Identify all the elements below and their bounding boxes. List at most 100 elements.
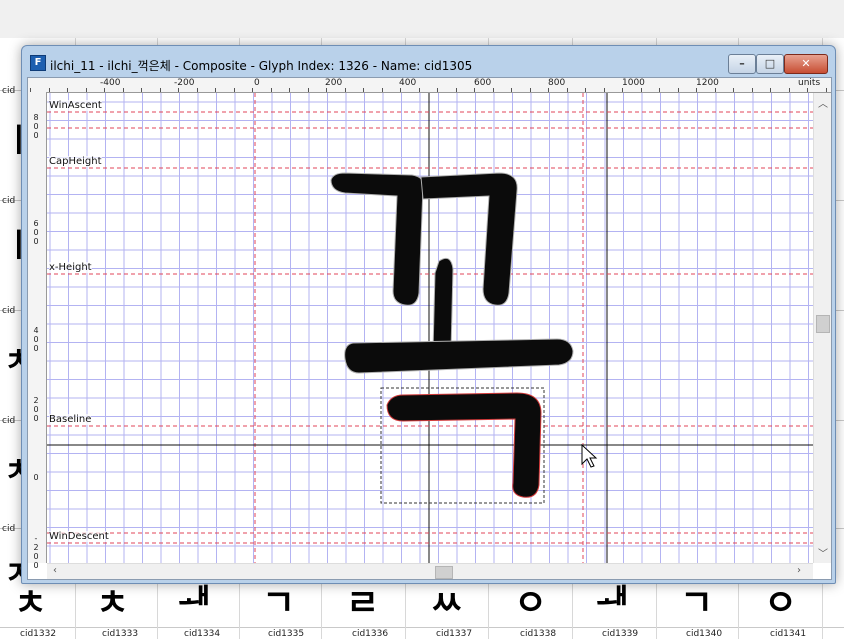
ruler-tick-mark [788, 88, 790, 92]
ruler-tick-label: 0 [33, 561, 39, 570]
background-cell-label: cid1332 [20, 629, 57, 639]
ruler-tick-label: 0 [33, 335, 39, 344]
background-glyph[interactable]: ᅫ [596, 586, 629, 622]
ruler-tick-mark [196, 88, 198, 92]
ruler-tick-mark [548, 88, 549, 92]
background-glyph[interactable]: ㅇ [514, 586, 547, 622]
ruler-tick-mark [659, 88, 660, 92]
ruler-tick-mark [141, 88, 142, 92]
ruler-tick-mark [677, 88, 679, 92]
glyph-stroke-top-left[interactable] [330, 172, 424, 306]
background-cell-label: cid1335 [268, 629, 305, 639]
metric-label-win-ascent: WinAscent [49, 100, 102, 111]
ruler-tick-label: 0 [33, 473, 39, 482]
ruler-tick-label: 0 [33, 131, 39, 140]
background-cell-label: cid [2, 86, 16, 96]
horizontal-ruler: -400 -200 0 200 400 600 800 1000 1200 units [28, 78, 831, 93]
ruler-tick-mark [751, 88, 753, 92]
horizontal-scroll-thumb[interactable] [435, 566, 453, 579]
ruler-tick-label: - [34, 534, 38, 543]
ruler-tick-mark [825, 88, 827, 92]
background-glyph[interactable]: ㄱ [262, 586, 295, 622]
horizontal-scrollbar[interactable]: ‹ › [47, 563, 813, 579]
ruler-tick-label: 8 [33, 113, 39, 122]
ruler-tick-mark [474, 88, 475, 92]
glyph-editor-window[interactable]: F ilchi_11 - ilchi_꺽은체 - Composite - Gly… [21, 45, 836, 584]
background-glyph[interactable]: ㄱ [680, 586, 713, 622]
background-glyph[interactable]: ㅆ [430, 586, 463, 622]
ruler-tick-mark [807, 88, 808, 92]
ruler-tick-label: 0 [33, 122, 39, 131]
ruler-tick-mark [492, 88, 494, 92]
ruler-tick-label: 1200 [696, 78, 719, 88]
ruler-tick-mark [104, 88, 105, 92]
ruler-tick-mark [585, 88, 586, 92]
scroll-down-arrow-icon[interactable]: ﹀ [818, 545, 828, 560]
ruler-tick-mark [233, 88, 235, 92]
ruler-tick-mark [344, 88, 346, 92]
ruler-tick-mark [566, 88, 568, 92]
background-cell-label: cid1336 [352, 629, 389, 639]
background-toolbar [0, 0, 844, 39]
title-bar[interactable]: F ilchi_11 - ilchi_꺽은체 - Composite - Gly… [22, 46, 835, 76]
background-cell-label: cid1340 [686, 629, 723, 639]
ruler-tick-mark [437, 88, 438, 92]
vertical-scroll-thumb[interactable] [816, 315, 830, 333]
background-cell-label: cid [2, 196, 16, 206]
ruler-tick-label: 0 [33, 405, 39, 414]
ruler-tick-label: 600 [474, 78, 492, 88]
background-cell-label: cid [2, 306, 16, 316]
vertical-scrollbar[interactable]: ︿ ﹀ [813, 93, 831, 563]
ruler-tick-label: 2 [33, 396, 39, 405]
ruler-tick-mark [400, 88, 401, 92]
background-glyph[interactable]: ㄹ [346, 586, 379, 622]
maximize-button[interactable]: □ [756, 54, 784, 74]
ruler-tick-mark [363, 88, 364, 92]
background-glyph[interactable]: ㅊ [96, 586, 129, 622]
glyph-canvas-svg[interactable] [47, 93, 813, 563]
ruler-tick-mark [307, 88, 309, 92]
metric-label-baseline: Baseline [49, 414, 92, 425]
background-glyph[interactable]: ㅊ [14, 586, 47, 622]
ruler-tick-mark [289, 88, 290, 92]
glyph-canvas[interactable]: WinAscent CapHeight x-Height Baseline WinDes… [47, 93, 813, 563]
glyph-stroke-horizontal-bar[interactable] [344, 338, 574, 374]
minimize-icon: – [739, 57, 745, 70]
background-cell-label: cid1334 [184, 629, 221, 639]
ruler-tick-label: 0 [33, 228, 39, 237]
maximize-icon: □ [764, 57, 776, 70]
ruler-tick-mark [418, 88, 420, 92]
glyph-stroke-center-vertical[interactable] [432, 257, 454, 352]
app-icon[interactable]: F [30, 55, 46, 71]
scroll-left-arrow-icon[interactable]: ‹ [53, 565, 57, 576]
ruler-tick-label: 2 [33, 543, 39, 552]
ruler-units-label: units [798, 78, 821, 88]
mouse-cursor-icon [581, 443, 598, 468]
ruler-tick-mark [215, 88, 216, 92]
ruler-tick-mark [252, 88, 253, 92]
window-title: ilchi_11 - ilchi_꺽은체 - Composite - Glyph… [50, 59, 473, 73]
ruler-tick-label: -400 [100, 78, 121, 88]
background-glyph[interactable]: ㅇ [764, 586, 797, 622]
ruler-tick-label: 0 [33, 344, 39, 353]
minimize-button[interactable]: – [728, 54, 756, 74]
close-button[interactable]: ✕ [784, 54, 828, 74]
ruler-tick-mark [270, 88, 272, 92]
editor-client-area: -400 -200 0 200 400 600 800 1000 1200 units 80060… [27, 77, 832, 580]
ruler-tick-label: -200 [174, 78, 195, 88]
ruler-tick-label: 0 [254, 78, 260, 88]
ruler-tick-label: 0 [33, 552, 39, 561]
metric-label-win-descent: WinDescent [49, 531, 109, 542]
scroll-right-arrow-icon[interactable]: › [797, 565, 801, 576]
ruler-tick-label: 0 [33, 237, 39, 246]
background-glyph[interactable]: ᅫ [178, 586, 211, 622]
ruler-tick-mark [159, 88, 161, 92]
ruler-tick-label: 1000 [622, 78, 645, 88]
ruler-tick-mark [622, 88, 623, 92]
ruler-tick-mark [455, 88, 457, 92]
scroll-up-arrow-icon[interactable]: ︿ [818, 95, 828, 110]
ruler-tick-mark [85, 88, 87, 92]
close-icon: ✕ [801, 57, 811, 70]
ruler-tick-mark [48, 88, 50, 92]
ruler-tick-mark [67, 88, 68, 92]
